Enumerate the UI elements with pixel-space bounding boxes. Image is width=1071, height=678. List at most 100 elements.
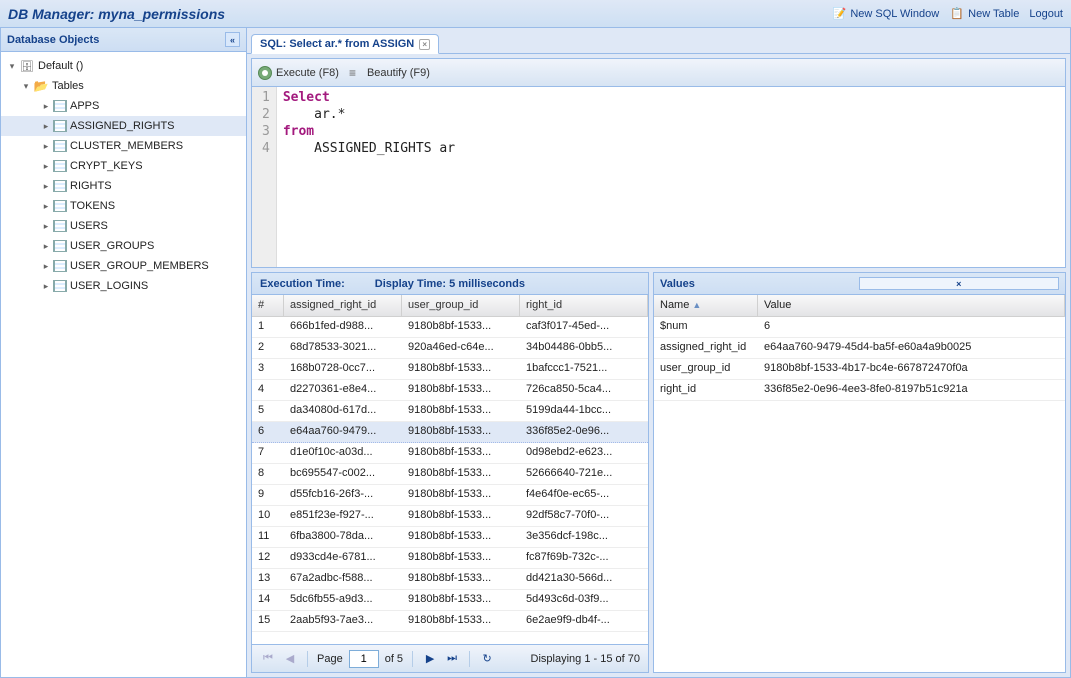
values-col-name[interactable]: Name▲	[654, 295, 758, 316]
editor-code[interactable]: Select ar.*from ASSIGNED_RIGHTS ar	[277, 87, 461, 267]
table-cell: dd421a30-566d...	[520, 569, 648, 589]
tree-table-tokens[interactable]: ▸ TOKENS	[1, 196, 246, 216]
tab-close-icon[interactable]: ×	[419, 39, 430, 50]
table-row[interactable]: 268d78533-3021...920a46ed-c64e...34b0448…	[252, 338, 648, 359]
object-tree[interactable]: ▾Default ()▾Tables▸APPS▸ASSIGNED_RIGHTS▸…	[1, 52, 246, 677]
sql-editor[interactable]: 1234 Select ar.*from ASSIGNED_RIGHTS ar	[252, 87, 1065, 267]
table-row[interactable]: 116fba3800-78da...9180b8bf-1533...3e356d…	[252, 527, 648, 548]
sort-asc-icon: ▲	[692, 300, 701, 310]
values-col-value[interactable]: Value	[758, 295, 1065, 316]
tree-table-apps[interactable]: ▸APPS	[1, 96, 246, 116]
table-row[interactable]: 1666b1fed-d988...9180b8bf-1533...caf3f01…	[252, 317, 648, 338]
values-title: Values	[660, 278, 859, 290]
sidebar-title: Database Objects	[7, 34, 225, 46]
table-cell: 726ca850-5ca4...	[520, 380, 648, 400]
collapse-sidebar-button[interactable]: «	[225, 32, 240, 47]
tree-arrow-icon[interactable]: ▸	[39, 241, 53, 252]
table-cell: 9180b8bf-1533...	[402, 527, 520, 547]
tree-arrow-icon[interactable]: ▸	[39, 141, 53, 152]
table-cell: 920a46ed-c64e...	[402, 338, 520, 358]
values-row[interactable]: user_group_id9180b8bf-1533-4b17-bc4e-667…	[654, 359, 1065, 380]
table-cell: 0d98ebd2-e623...	[520, 443, 648, 463]
col-right-id[interactable]: right_id	[520, 295, 648, 316]
tree-table-user_group_members[interactable]: ▸USER_GROUP_MEMBERS	[1, 256, 246, 276]
table-cell: 666b1fed-d988...	[284, 317, 402, 337]
table-icon	[53, 100, 67, 112]
new-table-link[interactable]: 📋New Table	[949, 6, 1019, 22]
tree-arrow-icon[interactable]: ▸	[39, 281, 53, 292]
pager: ⏮ ◀ Page of 5 ▶ ⏭ ↻ Displaying 1 - 15 of…	[252, 644, 648, 672]
table-row[interactable]: 152aab5f93-7ae3...9180b8bf-1533...6e2ae9…	[252, 611, 648, 632]
values-row[interactable]: $num6	[654, 317, 1065, 338]
new-table-icon: 📋	[949, 6, 965, 22]
pager-next-button[interactable]: ▶	[422, 651, 438, 667]
tree-table-assigned_rights[interactable]: ▸ASSIGNED_RIGHTS	[1, 116, 246, 136]
table-cell: bc695547-c002...	[284, 464, 402, 484]
tree-arrow-icon[interactable]: ▸	[39, 201, 53, 212]
table-cell: 7	[252, 443, 284, 463]
tree-table-user_logins[interactable]: ▸USER_LOGINS	[1, 276, 246, 296]
tree-root[interactable]: ▾Default ()	[1, 56, 246, 76]
tree-table-user_groups[interactable]: ▸USER_GROUPS	[1, 236, 246, 256]
col-num[interactable]: #	[252, 295, 284, 316]
tree-arrow-icon[interactable]: ▸	[39, 101, 53, 112]
tab-label: SQL: Select ar.* from ASSIGN	[260, 38, 414, 50]
table-row[interactable]: 8bc695547-c002...9180b8bf-1533...5266664…	[252, 464, 648, 485]
tree-arrow-icon[interactable]: ▸	[39, 161, 53, 172]
tree-arrow-icon[interactable]: ▾	[19, 81, 33, 92]
tree-table-cluster_members[interactable]: ▸CLUSTER_MEMBERS	[1, 136, 246, 156]
beautify-button[interactable]: Beautify (F9)	[349, 66, 430, 80]
pager-first-button[interactable]: ⏮	[260, 651, 276, 667]
table-cell: 92df58c7-70f0-...	[520, 506, 648, 526]
table-cell: 6	[252, 422, 284, 442]
table-row[interactable]: 12d933cd4e-6781...9180b8bf-1533...fc87f6…	[252, 548, 648, 569]
tree-table-users[interactable]: ▸USERS	[1, 216, 246, 236]
tree-arrow-icon[interactable]: ▸	[39, 221, 53, 232]
results-grid-body[interactable]: 1666b1fed-d988...9180b8bf-1533...caf3f01…	[252, 317, 648, 644]
values-name-cell: assigned_right_id	[654, 338, 758, 358]
table-cell: 5d493c6d-03f9...	[520, 590, 648, 610]
execute-label: Execute (F8)	[276, 67, 339, 79]
values-close-button[interactable]: ×	[859, 277, 1060, 290]
tree-label: TOKENS	[70, 200, 115, 212]
col-assigned-right-id[interactable]: assigned_right_id	[284, 295, 402, 316]
table-row[interactable]: 9d55fcb16-26f3-...9180b8bf-1533...f4e64f…	[252, 485, 648, 506]
table-cell: e851f23e-f927-...	[284, 506, 402, 526]
table-cell: f4e64f0e-ec65-...	[520, 485, 648, 505]
values-header: Values ×	[654, 273, 1065, 295]
tree-arrow-icon[interactable]: ▸	[39, 261, 53, 272]
tree-arrow-icon[interactable]: ▸	[39, 121, 53, 132]
table-cell: 9180b8bf-1533...	[402, 317, 520, 337]
table-cell: 2aab5f93-7ae3...	[284, 611, 402, 631]
tree-arrow-icon[interactable]: ▸	[39, 181, 53, 192]
pager-prev-button[interactable]: ◀	[282, 651, 298, 667]
table-row[interactable]: 4d2270361-e8e4...9180b8bf-1533...726ca85…	[252, 380, 648, 401]
values-grid-body[interactable]: $num6assigned_right_ide64aa760-9479-45d4…	[654, 317, 1065, 401]
table-row[interactable]: 7d1e0f10c-a03d...9180b8bf-1533...0d98ebd…	[252, 443, 648, 464]
values-name-cell: $num	[654, 317, 758, 337]
values-row[interactable]: assigned_right_ide64aa760-9479-45d4-ba5f…	[654, 338, 1065, 359]
pager-page-input[interactable]	[349, 650, 379, 668]
pager-last-button[interactable]: ⏭	[444, 651, 460, 667]
table-row[interactable]: 145dc6fb55-a9d3...9180b8bf-1533...5d493c…	[252, 590, 648, 611]
pager-refresh-button[interactable]: ↻	[479, 651, 495, 667]
tree-table-crypt_keys[interactable]: ▸CRYPT_KEYS	[1, 156, 246, 176]
new-sql-window-link[interactable]: 📝New SQL Window	[831, 6, 939, 22]
tree-tables-folder[interactable]: ▾Tables	[1, 76, 246, 96]
table-cell: 1	[252, 317, 284, 337]
header-links: 📝New SQL Window 📋New Table Logout	[831, 6, 1063, 22]
table-row[interactable]: 1367a2adbc-f588...9180b8bf-1533...dd421a…	[252, 569, 648, 590]
table-row[interactable]: 5da34080d-617d...9180b8bf-1533...5199da4…	[252, 401, 648, 422]
table-row[interactable]: 6e64aa760-9479...9180b8bf-1533...336f85e…	[252, 422, 648, 443]
execute-button[interactable]: Execute (F8)	[258, 66, 339, 80]
beautify-label: Beautify (F9)	[367, 67, 430, 79]
tab-sql[interactable]: SQL: Select ar.* from ASSIGN ×	[251, 34, 439, 54]
values-row[interactable]: right_id336f85e2-0e96-4ee3-8fe0-8197b51c…	[654, 380, 1065, 401]
tree-table-rights[interactable]: ▸RIGHTS	[1, 176, 246, 196]
col-user-group-id[interactable]: user_group_id	[402, 295, 520, 316]
tree-arrow-icon[interactable]: ▾	[5, 61, 19, 72]
logout-link[interactable]: Logout	[1029, 8, 1063, 20]
table-cell: 14	[252, 590, 284, 610]
table-row[interactable]: 10e851f23e-f927-...9180b8bf-1533...92df5…	[252, 506, 648, 527]
table-row[interactable]: 3168b0728-0cc7...9180b8bf-1533...1bafccc…	[252, 359, 648, 380]
